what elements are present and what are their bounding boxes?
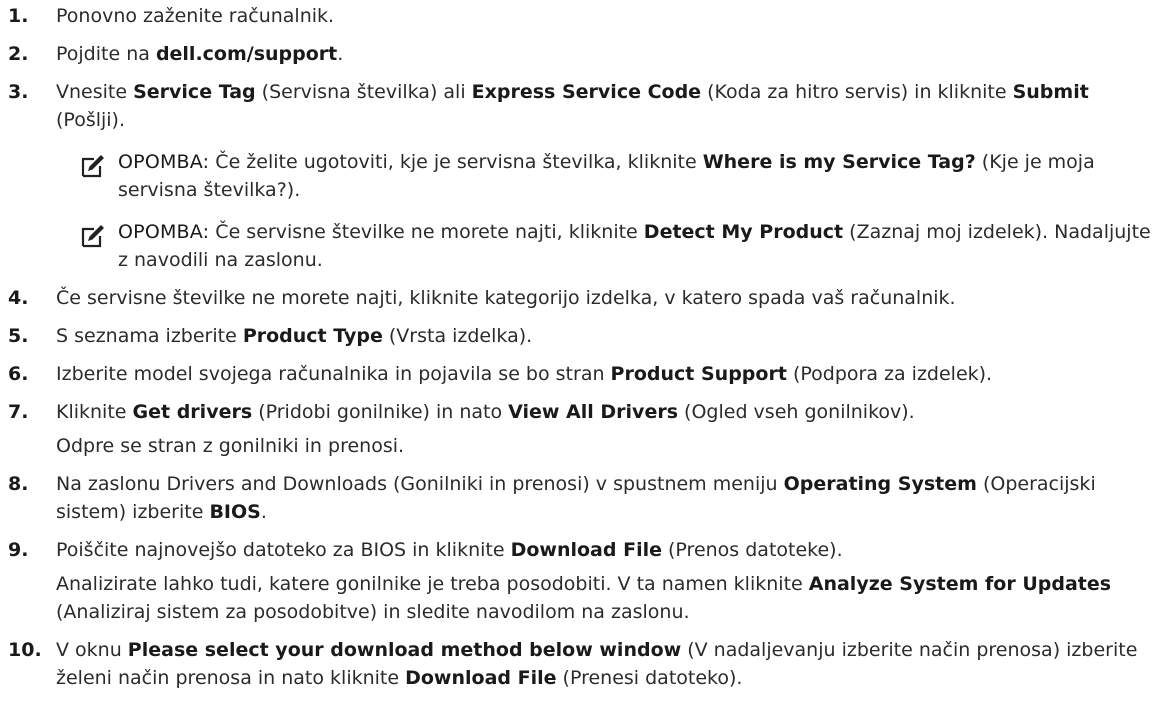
support-url-link[interactable]: dell.com/support	[156, 43, 337, 65]
step-text: Pojdite na dell.com/support.	[56, 40, 1159, 68]
step-number: 10.	[8, 639, 42, 661]
bold-term: Service Tag	[133, 81, 256, 103]
step-result-text: Analizirate lahko tudi, katere gonilnike…	[56, 570, 1159, 626]
step-number: 7.	[8, 401, 29, 423]
step-9: 9. Poiščite najnovejšo datoteko za BIOS …	[0, 536, 1159, 626]
pencil-note-icon	[81, 155, 104, 178]
step-text: V oknu Please select your download metho…	[56, 636, 1159, 692]
step-number: 2.	[8, 43, 29, 65]
step-text-run: .	[260, 501, 267, 523]
step-text-run: Izberite model svojega računalnika in po…	[56, 363, 611, 385]
step-number: 6.	[8, 363, 29, 385]
bold-term: BIOS	[209, 501, 261, 523]
step-text-run: (Podpora za izdelek).	[786, 363, 993, 385]
bold-term: Get drivers	[132, 401, 253, 423]
step-text-run: .	[337, 43, 344, 65]
step-7: 7. Kliknite Get drivers (Pridobi gonilni…	[0, 398, 1159, 460]
bold-term: Where is my Service Tag?	[702, 151, 976, 173]
step-10: 10. V oknu Please select your download m…	[0, 636, 1159, 692]
step-text: Izberite model svojega računalnika in po…	[56, 360, 1159, 388]
step-text-run: (Pridobi gonilnike) in nato	[252, 401, 509, 423]
step-8: 8. Na zaslonu Drivers and Downloads (Gon…	[0, 470, 1159, 526]
step-text-run: Na zaslonu Drivers and Downloads (Goniln…	[56, 473, 784, 495]
bold-term: Please select your download method below…	[127, 639, 682, 661]
step-text-run: Analizirate lahko tudi, katere gonilnike…	[56, 573, 809, 595]
step-number: 8.	[8, 473, 29, 495]
step-number: 1.	[8, 5, 29, 27]
step-text-run: (Servisna številka) ali	[255, 81, 472, 103]
bold-term: Submit	[1012, 81, 1089, 103]
step-text-run: (Koda za hitro servis) in kliknite	[701, 81, 1013, 103]
step-text-run: (Ogled vseh gonilnikov).	[678, 401, 915, 423]
step-text-run: (Analiziraj sistem za posodobitve) in sl…	[56, 601, 690, 623]
step-text: S seznama izberite Product Type (Vrsta i…	[56, 322, 1159, 350]
bold-term: Product Type	[242, 325, 383, 347]
step-result-text: Odpre se stran z gonilniki in prenosi.	[56, 435, 405, 457]
step-text-run: Poiščite najnovejšo datoteko za BIOS in …	[56, 539, 511, 561]
step-5: 5. S seznama izberite Product Type (Vrst…	[0, 322, 1159, 350]
step-text-run: (Vrsta izdelka).	[382, 325, 533, 347]
step-text-run: Če servisne številke ne morete najti, kl…	[56, 287, 956, 309]
step-text-run: Kliknite	[56, 401, 133, 423]
step-text-run: S seznama izberite	[56, 325, 243, 347]
step-number: 4.	[8, 287, 29, 309]
step-text: Poiščite najnovejšo datoteko za BIOS in …	[56, 536, 1159, 564]
step-text-run: (Prenos datoteke).	[661, 539, 843, 561]
step-text: Vnesite Service Tag (Servisna številka) …	[56, 78, 1159, 134]
note-label: OPOMBA:	[118, 221, 210, 243]
bold-term: Download File	[405, 667, 557, 689]
note-label: OPOMBA:	[118, 151, 210, 173]
note-text-run: Če želite ugotoviti, kje je servisna šte…	[209, 151, 703, 173]
bold-term: Product Support	[610, 363, 787, 385]
bold-term: View All Drivers	[508, 401, 679, 423]
pencil-note-icon	[81, 225, 104, 248]
step-3: 3. Vnesite Service Tag (Servisna številk…	[0, 78, 1159, 134]
step-text: Če servisne številke ne morete najti, kl…	[56, 284, 1159, 312]
bold-term: Analyze System for Updates	[808, 573, 1112, 595]
bold-term: Operating System	[783, 473, 977, 495]
step-text: Na zaslonu Drivers and Downloads (Goniln…	[56, 470, 1159, 526]
step-text-run: V oknu	[56, 639, 128, 661]
step-text: Kliknite Get drivers (Pridobi gonilnike)…	[56, 398, 1159, 426]
step-number: 5.	[8, 325, 29, 347]
step-text-run: Vnesite	[56, 81, 134, 103]
bold-term: Detect My Product	[643, 221, 844, 243]
bold-term: Express Service Code	[471, 81, 702, 103]
step-text-run: (Prenesi datoteko).	[556, 667, 743, 689]
step-2: 2. Pojdite na dell.com/support.	[0, 40, 1159, 68]
step-text-run: (Pošlji).	[56, 109, 126, 131]
bold-term: Download File	[510, 539, 662, 561]
step-6: 6. Izberite model svojega računalnika in…	[0, 360, 1159, 388]
step-1: 1. Ponovno zaženite računalnik.	[0, 2, 1159, 30]
step-text: Ponovno zaženite računalnik.	[56, 2, 1159, 30]
step-number: 3.	[8, 81, 29, 103]
note-text-run: Če servisne številke ne morete najti, kl…	[209, 221, 644, 243]
step-number: 9.	[8, 539, 29, 561]
step-text-run: Ponovno zaženite računalnik.	[56, 5, 335, 27]
note-2: OPOMBA: Če servisne številke ne morete n…	[56, 218, 1159, 274]
step-4: 4. Če servisne številke ne morete najti,…	[0, 284, 1159, 312]
step-text-run: Pojdite na	[56, 43, 156, 65]
instructions-document: 1. Ponovno zaženite računalnik. 2. Pojdi…	[0, 0, 1159, 692]
note-1: OPOMBA: Če želite ugotoviti, kje je serv…	[56, 148, 1159, 204]
